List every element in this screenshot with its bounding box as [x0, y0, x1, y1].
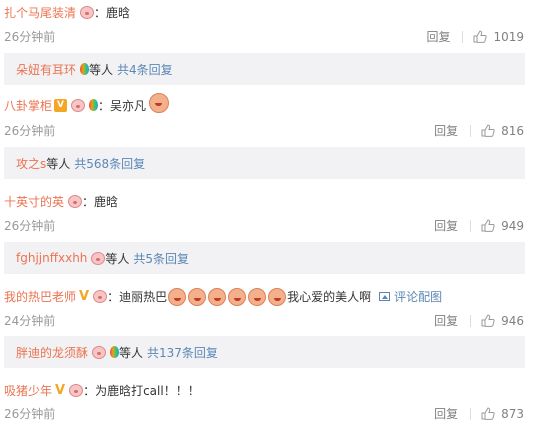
pig-face-icon	[69, 98, 86, 112]
reply-summary-box[interactable]: 朵妞有耳环 等人 共4条回复	[4, 53, 525, 85]
action-divider	[470, 314, 472, 327]
reply-username[interactable]: 朵妞有耳环	[16, 61, 76, 78]
thumbs-up-icon[interactable]	[481, 219, 495, 232]
comment-username[interactable]: 吸猪少年	[4, 382, 52, 399]
image-icon	[379, 291, 391, 301]
emoji-face-icon	[188, 288, 207, 306]
more-replies-link[interactable]: 共4条回复	[117, 61, 173, 78]
pig-face-icon	[89, 251, 106, 265]
reply-middle-text: 等人	[89, 62, 114, 77]
like-count: 949	[501, 218, 524, 233]
reply-username[interactable]: 胖迪的龙须酥	[16, 344, 88, 361]
comment-line: 八卦掌柜 V ：吴亦凡	[4, 93, 170, 114]
reply-button[interactable]: 回复	[434, 312, 458, 329]
vip-badge-icon: V	[54, 98, 68, 112]
more-replies-link[interactable]: 共137条回复	[147, 344, 218, 361]
reply-username[interactable]: fghjjnffxxhh	[16, 251, 87, 265]
thumbs-up-icon[interactable]	[481, 407, 495, 420]
like-count: 1019	[493, 29, 524, 44]
comment-actions: 回复 949	[434, 217, 524, 234]
comment-image-label: 评论配图	[394, 289, 443, 304]
pig-face-icon	[90, 345, 107, 359]
emoji-face-icon	[208, 288, 227, 306]
comment-username[interactable]: 我的热巴老师	[4, 288, 76, 305]
reply-button[interactable]: 回复	[434, 217, 458, 234]
comment-text: ：鹿晗	[94, 5, 131, 20]
rainbow-balloon-icon	[87, 99, 99, 111]
comment-actions: 回复 873	[434, 405, 524, 422]
like-count: 946	[501, 313, 524, 328]
action-divider	[470, 124, 472, 137]
reply-button[interactable]: 回复	[434, 122, 458, 139]
action-divider	[470, 219, 472, 232]
emoji-face-icon	[228, 288, 247, 306]
thumbs-up-icon[interactable]	[481, 314, 495, 327]
comment-line: 我的热巴老师 V ：迪丽热巴 我心爱的美人啊 评论配图	[4, 288, 442, 306]
like-count: 816	[501, 123, 524, 138]
comment-time: 26分钟前	[4, 30, 56, 44]
comment-text-continued: 我心爱的美人啊	[287, 289, 372, 304]
comment-time: 26分钟前	[4, 219, 56, 233]
reply-summary-box[interactable]: 胖迪的龙须酥 等人 共137条回复	[4, 336, 525, 368]
reply-middle-text: 等人	[105, 251, 130, 266]
comment-text: ：迪丽热巴	[107, 289, 168, 304]
more-replies-link[interactable]: 共5条回复	[133, 250, 189, 267]
comment-actions: 回复 1019	[426, 28, 524, 45]
reply-username[interactable]: 攻之s	[16, 155, 46, 172]
comment-time: 26分钟前	[4, 124, 56, 138]
comment-time: 26分钟前	[4, 407, 56, 421]
reply-middle-text: 等人	[119, 345, 144, 360]
action-divider	[462, 30, 464, 43]
comment-line: 吸猪少年 V ：为鹿晗打call！！！	[4, 382, 200, 398]
reply-summary-box[interactable]: 攻之s 等人 共568条回复	[4, 147, 525, 179]
comment-time: 24分钟前	[4, 314, 56, 328]
thumbs-up-icon[interactable]	[473, 30, 488, 43]
emoji-face-icon	[149, 93, 170, 113]
more-replies-link[interactable]: 共568条回复	[74, 155, 145, 172]
comment-actions: 回复 946	[434, 312, 524, 329]
pig-face-icon	[67, 383, 84, 397]
reply-summary-box[interactable]: fghjjnffxxhh 等人 共5条回复	[4, 242, 525, 274]
comment-username[interactable]: 十英寸的英	[4, 193, 64, 210]
comment-actions: 回复 816	[434, 122, 524, 139]
v-badge-icon: V	[79, 288, 90, 304]
comment-image-link[interactable]: 评论配图	[379, 288, 442, 305]
comment-line: 十英寸的英 ：鹿晗	[4, 193, 118, 209]
rainbow-balloon-icon	[108, 346, 120, 358]
emoji-face-icon	[168, 288, 187, 306]
reply-button[interactable]: 回复	[434, 405, 458, 422]
comment-text: ：吴亦凡	[98, 98, 147, 113]
comment-line: 扎个马尾装清 ：鹿晗	[4, 4, 130, 20]
emoji-face-icon	[268, 288, 287, 306]
pig-face-icon	[66, 194, 83, 208]
like-count: 873	[501, 406, 524, 421]
reply-button[interactable]: 回复	[426, 28, 450, 45]
pig-face-icon	[78, 5, 95, 19]
v-badge-icon: V	[55, 382, 66, 398]
rainbow-balloon-icon	[78, 63, 90, 75]
pig-face-icon	[91, 289, 108, 303]
comment-username[interactable]: 扎个马尾装清	[4, 4, 76, 21]
comment-text: ：为鹿晗打call！！！	[83, 383, 200, 398]
action-divider	[470, 407, 472, 420]
comment-text: ：鹿晗	[82, 194, 119, 209]
thumbs-up-icon[interactable]	[481, 124, 495, 137]
comment-username[interactable]: 八卦掌柜	[4, 97, 52, 114]
reply-middle-text: 等人	[46, 156, 71, 171]
emoji-face-icon	[248, 288, 267, 306]
